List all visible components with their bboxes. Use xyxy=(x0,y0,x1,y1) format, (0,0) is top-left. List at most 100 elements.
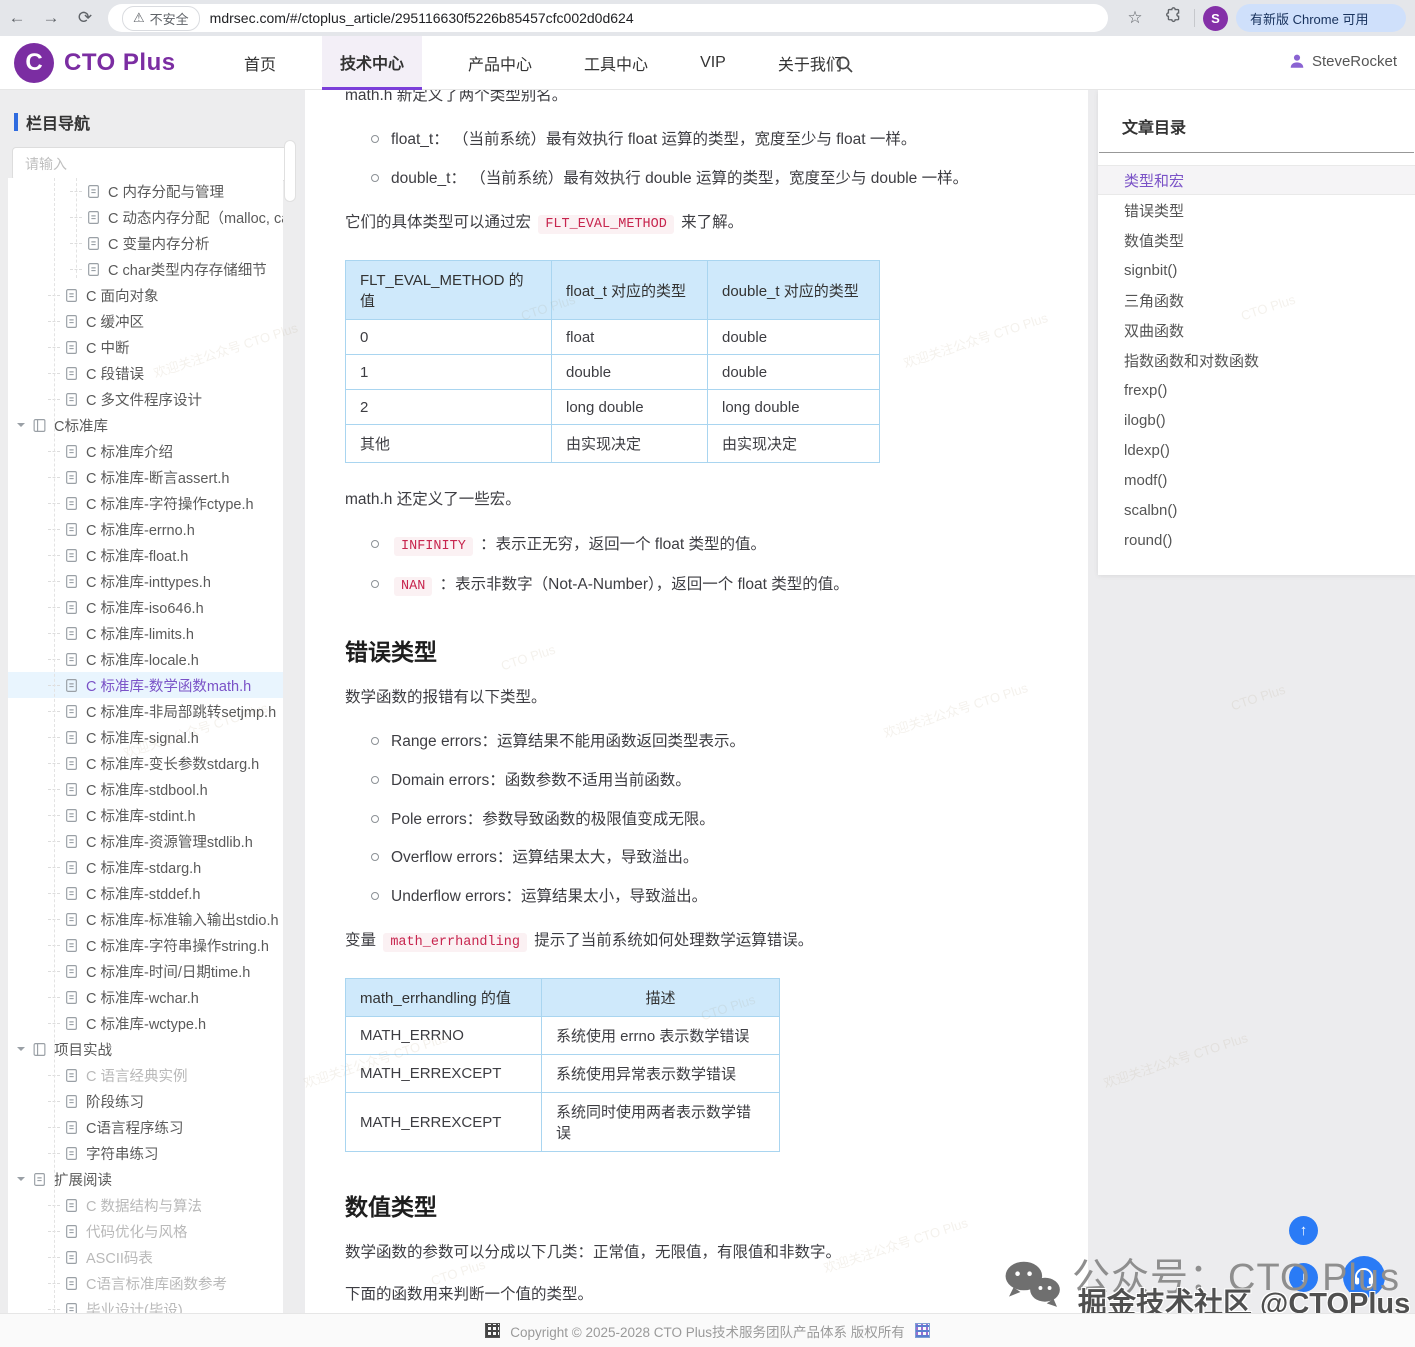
toc-item[interactable]: ilogb() xyxy=(1098,405,1415,435)
sidebar-item[interactable]: C语言标准库函数参考 xyxy=(8,1270,283,1296)
caret-down-icon[interactable] xyxy=(16,1174,30,1184)
toc-item[interactable]: signbit() xyxy=(1098,255,1415,285)
doc-icon xyxy=(64,678,79,693)
toc-item[interactable]: modf() xyxy=(1098,465,1415,495)
sidebar-item-label: C 标准库-inttypes.h xyxy=(86,571,211,592)
sidebar-item[interactable]: C 标准库-float.h xyxy=(8,542,283,568)
sidebar-item[interactable]: C 标准库介绍 xyxy=(8,438,283,464)
macro-list: INFINITY ：表示正无穷，返回一个 float 类型的值。NAN ：表示非… xyxy=(369,534,1048,597)
browser-profile-avatar[interactable]: S xyxy=(1203,6,1228,31)
sidebar-item[interactable]: C语言程序练习 xyxy=(8,1114,283,1140)
nav-item[interactable]: 技术中心 xyxy=(322,36,422,90)
toc-item[interactable]: ldexp() xyxy=(1098,435,1415,465)
caret-down-icon[interactable] xyxy=(16,1044,30,1054)
paragraph: 下面的函数用来判断一个值的类型。 xyxy=(345,1284,1048,1306)
sidebar-item-label: C 标准库-stdarg.h xyxy=(86,857,201,878)
sidebar-item[interactable]: C标准库 xyxy=(8,412,283,438)
sidebar-item-label: C 标准库介绍 xyxy=(86,441,173,462)
sidebar-item[interactable]: C 多文件程序设计 xyxy=(8,386,283,412)
toc-item[interactable]: 错误类型 xyxy=(1098,195,1415,225)
sidebar-item[interactable]: C 标准库-字符操作ctype.h xyxy=(8,490,283,516)
sidebar-item[interactable]: C char类型内存存储细节 xyxy=(8,256,283,282)
extensions-icon[interactable] xyxy=(1160,7,1186,29)
table-row: 1doubledouble xyxy=(346,355,880,390)
sidebar-item-label: C 标准库-标准输入输出stdio.h xyxy=(86,909,279,930)
nav-item[interactable]: VIP xyxy=(694,36,732,90)
sidebar-item[interactable]: C 标准库-inttypes.h xyxy=(8,568,283,594)
caret-down-icon[interactable] xyxy=(16,420,30,430)
sidebar-item[interactable]: C 标准库-变长参数stdarg.h xyxy=(8,750,283,776)
sidebar-item[interactable]: 阶段练习 xyxy=(8,1088,283,1114)
sidebar-item[interactable]: C 标准库-stdbool.h xyxy=(8,776,283,802)
sidebar-item[interactable]: C 变量内存分析 xyxy=(8,230,283,256)
sidebar-item[interactable]: C 标准库-limits.h xyxy=(8,620,283,646)
sidebar-item[interactable]: C 标准库-标准输入输出stdio.h xyxy=(8,906,283,932)
search-icon[interactable] xyxy=(834,54,854,74)
bookmark-star-icon[interactable]: ☆ xyxy=(1118,8,1152,28)
toc-item[interactable]: scalbn() xyxy=(1098,495,1415,525)
sidebar-item-label: ASCII码表 xyxy=(86,1247,153,1268)
toc-item[interactable]: 双曲函数 xyxy=(1098,315,1415,345)
chrome-update-button[interactable]: 有新版 Chrome 可用 xyxy=(1236,4,1406,32)
toc-item[interactable]: round() xyxy=(1098,525,1415,555)
scroll-to-bottom-button[interactable]: ↓ xyxy=(1289,1263,1318,1292)
toc-item[interactable]: 三角函数 xyxy=(1098,285,1415,315)
user-menu[interactable]: SteveRocket xyxy=(1288,52,1397,70)
paragraph: 变量 math_errhandling 提示了当前系统如何处理数学运算错误。 xyxy=(345,930,1048,953)
sidebar-item[interactable]: C 内存分配与管理 xyxy=(8,178,283,204)
qr-icon-color xyxy=(915,1323,930,1338)
sidebar-item[interactable]: C 语言经典实例 xyxy=(8,1062,283,1088)
sidebar-item[interactable]: C 标准库-wctype.h xyxy=(8,1010,283,1036)
sidebar-item[interactable]: C 标准库-locale.h xyxy=(8,646,283,672)
sidebar-item[interactable]: C 标准库-资源管理stdlib.h xyxy=(8,828,283,854)
sidebar-item[interactable]: ASCII码表 xyxy=(8,1244,283,1270)
sidebar-item[interactable]: C 数据结构与算法 xyxy=(8,1192,283,1218)
forward-icon[interactable]: → xyxy=(34,8,68,28)
doc-icon xyxy=(64,496,79,511)
sidebar-search-input[interactable] xyxy=(12,147,290,181)
toc-item[interactable]: 数值类型 xyxy=(1098,225,1415,255)
sidebar-item[interactable]: 扩展阅读 xyxy=(8,1166,283,1192)
nav-item[interactable]: 首页 xyxy=(238,36,282,90)
sidebar-item[interactable]: C 标准库-非局部跳转setjmp.h xyxy=(8,698,283,724)
sidebar-item[interactable]: C 标准库-wchar.h xyxy=(8,984,283,1010)
sidebar-item-label: C char类型内存存储细节 xyxy=(108,259,267,280)
sidebar-item[interactable]: C 标准库-stdarg.h xyxy=(8,854,283,880)
sidebar-item[interactable]: 毕业设计(毕设) xyxy=(8,1296,283,1313)
sidebar-scrollbar[interactable] xyxy=(284,140,296,202)
sidebar-item[interactable]: C 面向对象 xyxy=(8,282,283,308)
url-bar[interactable]: ⚠ 不安全 mdrsec.com/#/ctoplus_article/29511… xyxy=(108,4,1108,32)
sidebar-item[interactable]: C 标准库-signal.h xyxy=(8,724,283,750)
sidebar-item[interactable]: 代码优化与风格 xyxy=(8,1218,283,1244)
sidebar-item[interactable]: C 标准库-字符串操作string.h xyxy=(8,932,283,958)
customer-service-button[interactable] xyxy=(1343,1256,1385,1298)
back-icon[interactable]: ← xyxy=(0,8,34,28)
sidebar-item[interactable]: C 标准库-iso646.h xyxy=(8,594,283,620)
reload-icon[interactable]: ⟳ xyxy=(68,8,102,28)
doc-icon xyxy=(86,184,101,199)
scroll-to-top-button[interactable]: ↑ xyxy=(1289,1216,1318,1245)
sidebar-item[interactable]: C 段错误 xyxy=(8,360,283,386)
sidebar-item[interactable]: 项目实战 xyxy=(8,1036,283,1062)
doc-icon xyxy=(64,600,79,615)
sidebar-item[interactable]: C 标准库-stddef.h xyxy=(8,880,283,906)
toc-item[interactable]: 指数函数和对数函数 xyxy=(1098,345,1415,375)
sidebar-item[interactable]: C 标准库-断言assert.h xyxy=(8,464,283,490)
sidebar-item[interactable]: C 缓冲区 xyxy=(8,308,283,334)
logo[interactable]: C CTO Plus xyxy=(14,43,176,83)
sidebar-item[interactable]: C 标准库-stdint.h xyxy=(8,802,283,828)
nav-item[interactable]: 产品中心 xyxy=(462,36,538,90)
sidebar-item[interactable]: C 标准库-errno.h xyxy=(8,516,283,542)
sidebar-item-label: C 标准库-资源管理stdlib.h xyxy=(86,831,253,852)
sidebar-item[interactable]: C 动态内存分配（malloc, ca... xyxy=(8,204,283,230)
sidebar-item[interactable]: C 中断 xyxy=(8,334,283,360)
nav-item[interactable]: 工具中心 xyxy=(578,36,654,90)
security-chip[interactable]: ⚠ 不安全 xyxy=(122,6,200,31)
sidebar-item[interactable]: 字符串练习 xyxy=(8,1140,283,1166)
list-item: Pole errors：参数导致函数的极限值变成无限。 xyxy=(369,809,1048,831)
toc-item[interactable]: 类型和宏 xyxy=(1098,165,1415,195)
doc-icon xyxy=(64,1120,79,1135)
sidebar-item[interactable]: C 标准库-数学函数math.h xyxy=(8,672,283,698)
toc-item[interactable]: frexp() xyxy=(1098,375,1415,405)
sidebar-item[interactable]: C 标准库-时间/日期time.h xyxy=(8,958,283,984)
